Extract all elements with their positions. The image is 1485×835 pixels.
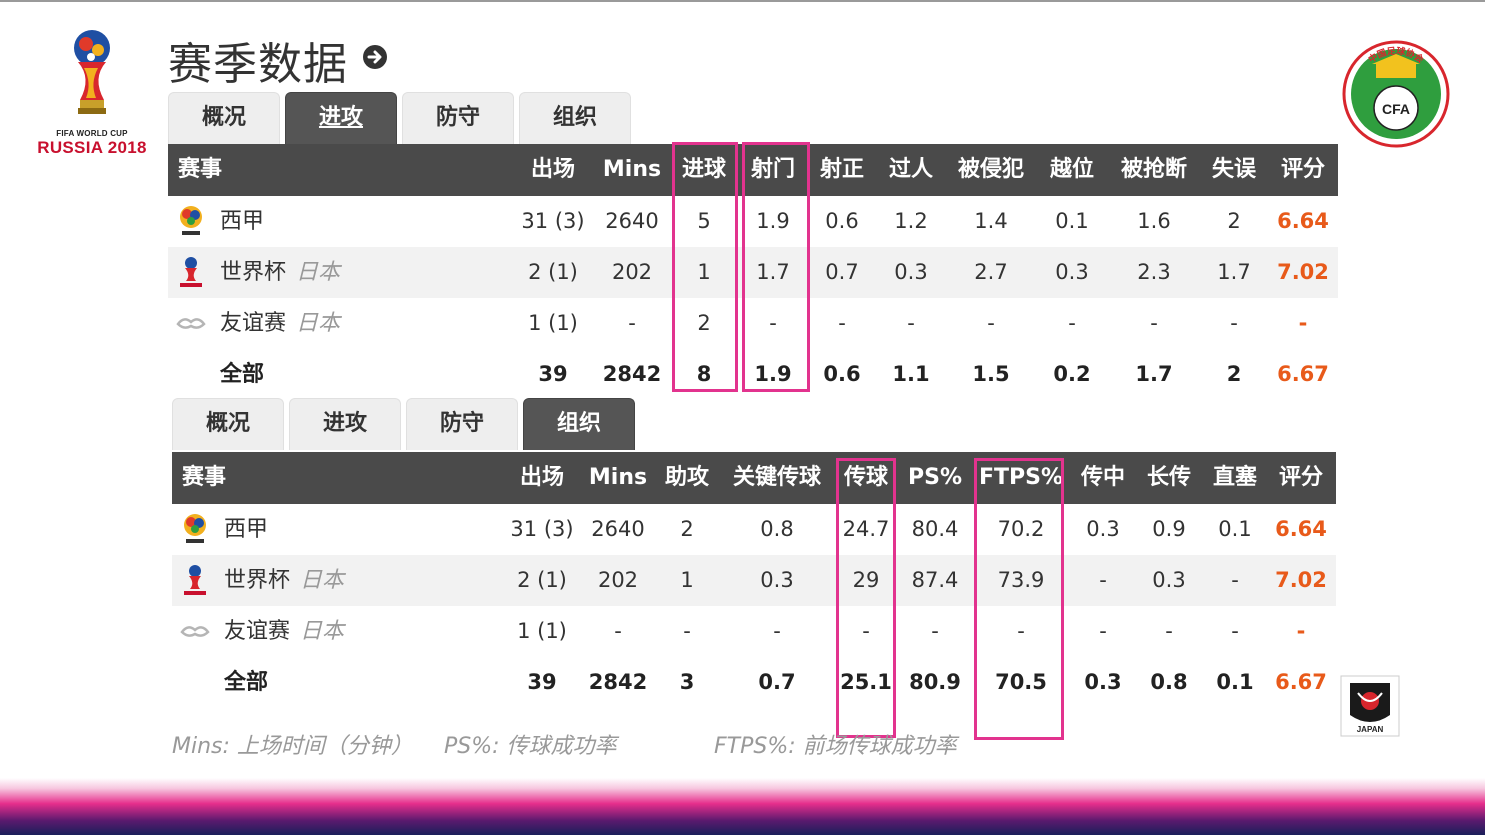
wc-logo-line2: RUSSIA 2018 [37,138,147,157]
competition-name[interactable]: 友谊赛 日本 [224,606,344,657]
world-cup-trophy-icon [74,30,110,114]
legend-ps: PS%: 传球成功率 [444,734,617,759]
highlight-shots [742,142,810,392]
highlight-passes [836,458,896,738]
tab-organization-2[interactable]: 组织 [523,398,635,450]
org-tabs: 概况 进攻 防守 组织 [172,398,642,450]
competition-name[interactable]: 西甲 [220,196,264,247]
column-header[interactable]: 评分 [1241,452,1361,504]
friendly-handshake-icon [176,306,206,340]
opponent-label: 日本 [296,311,341,336]
wc-logo-line1: FIFA WORLD CUP [56,129,128,138]
competition-name[interactable]: 西甲 [224,504,268,555]
competition-label: 西甲 [220,209,265,234]
table-row: 西甲 31 (3) 2640 2 0.8 24.7 80.4 70.2 0.3 0.9 0.1 6.6… [172,504,1336,555]
competition-label: 世界杯 [220,260,287,285]
tab-organization[interactable]: 组织 [519,92,631,144]
tab-overview[interactable]: 概况 [168,92,280,144]
attack-tabs: 概况 进攻 防守 组织 [168,92,638,144]
rating-value: 7.02 [1277,260,1329,284]
rating-value: 6.64 [1275,517,1327,541]
tab-defense[interactable]: 防守 [402,92,514,144]
table-row: 世界杯 日本 2 (1) 202 1 0.3 29 87.4 73.9-0.3-7.02 [172,555,1336,606]
tab-attack[interactable]: 进攻 [285,92,397,144]
arrow-right-circle-icon[interactable] [362,44,388,70]
laliga-icon [176,204,206,238]
rating-value: 6.67 [1277,362,1329,386]
tab-defense-2[interactable]: 防守 [406,398,518,450]
column-header[interactable]: 赛事 [182,452,226,504]
friendly-handshake-icon [180,614,210,648]
competition-name[interactable]: 世界杯 日本 [224,555,344,606]
highlight-ftps [974,458,1064,740]
world-cup-icon [180,563,210,597]
opponent-label: 日本 [300,619,345,644]
competition-label: 世界杯 [224,568,291,593]
legend-mins: Mins: 上场时间（分钟） [172,734,413,759]
japan-logo-text: JAPAN [1357,725,1384,734]
competition-name: 全部 [224,657,268,708]
competition-label: 友谊赛 [220,311,287,336]
bottom-gradient-band [0,778,1485,835]
laliga-icon [180,512,210,546]
opponent-label: 日本 [296,260,341,285]
rating-value: 7.02 [1275,568,1327,592]
table-header: 赛事 出场 Mins 助攻 关键传球 传球 PS% FTPS% 传中 长传 直塞 评分 [172,452,1336,504]
competition-name[interactable]: 友谊赛 日本 [220,298,340,349]
column-header[interactable]: 赛事 [178,144,222,196]
competition-name[interactable]: 世界杯 日本 [220,247,340,298]
competition-label: 全部 [220,362,265,387]
column-header[interactable]: 评分 [1243,144,1363,196]
world-cup-logo: FIFA WORLD CUP RUSSIA 2018 [30,28,154,160]
legend-ftps: FTPS%: 前场传球成功率 [714,734,957,759]
opponent-label: 日本 [300,568,345,593]
top-border [0,0,1485,2]
tab-attack-2[interactable]: 进攻 [289,398,401,450]
world-cup-icon [176,255,206,289]
cfa-logo: 中国足球协会 CFA [1340,40,1452,148]
tab-overview-2[interactable]: 概况 [172,398,284,450]
table-row: 全部 39 2842 3 0.7 25.1 80.9 70.5 0.3 0.8 0.1 6.67 [172,657,1336,708]
rating-value: - [1296,619,1306,643]
competition-name: 全部 [220,349,264,400]
cfa-ball-text: CFA [1382,101,1410,117]
highlight-goals [672,142,738,392]
table-row: 友谊赛 日本 1 (1) - - - - - - - - - - [172,606,1336,657]
rating-value: - [1298,311,1308,335]
page-title: 赛季数据 [168,39,348,90]
competition-label: 西甲 [224,517,269,542]
japan-fa-logo: JAPAN [1340,675,1400,737]
competition-label: 全部 [224,670,269,695]
rating-value: 6.64 [1277,209,1329,233]
competition-label: 友谊赛 [224,619,291,644]
